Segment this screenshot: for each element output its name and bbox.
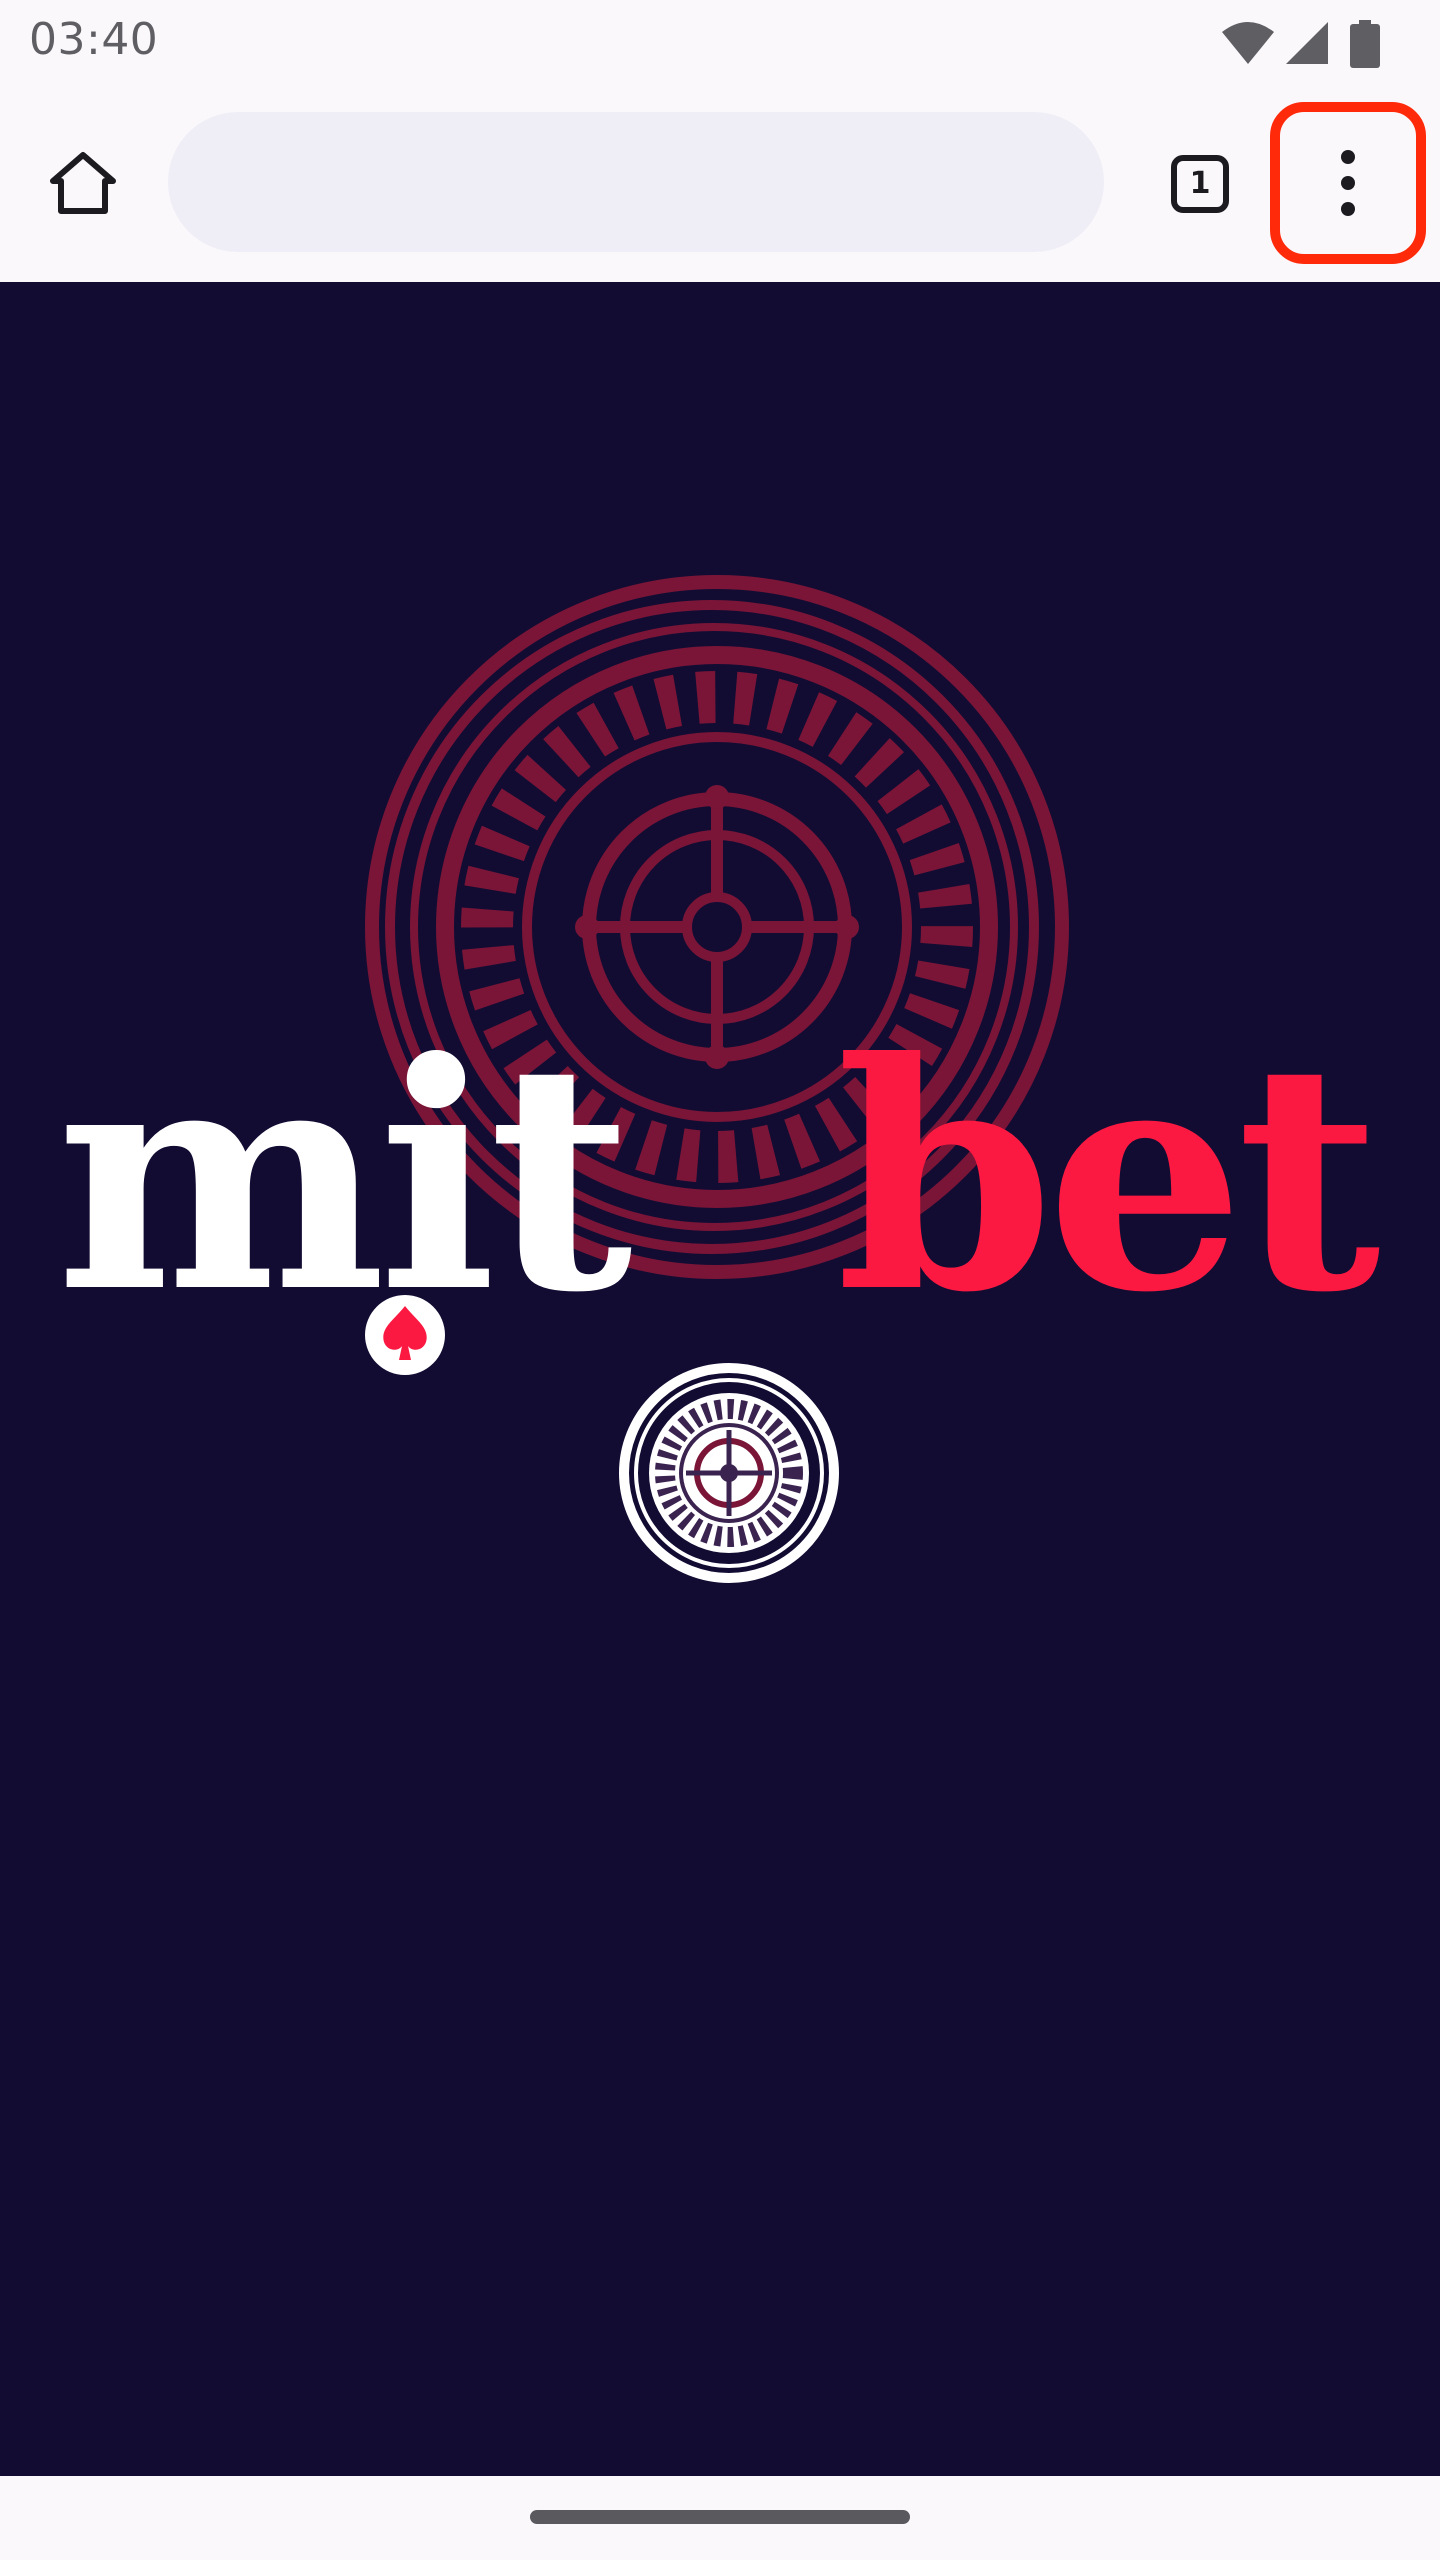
status-time: 03:40 [29, 14, 159, 65]
tab-count: 1 [1171, 155, 1229, 213]
battery-icon [1350, 20, 1380, 68]
logo-text-mit: mit [56, 994, 633, 1361]
browser-toolbar: 1 [0, 88, 1440, 282]
url-input[interactable] [168, 112, 1104, 252]
system-navigation-bar [0, 2476, 1440, 2560]
browser-screen: 03:40 1 mit bet [0, 0, 1440, 2560]
web-page-content: mit bet [0, 282, 1440, 2476]
logo-text-bet: bet [836, 994, 1381, 1361]
status-bar: 03:40 [0, 0, 1440, 88]
more-vertical-icon [1341, 150, 1355, 216]
more-options-button[interactable] [1270, 102, 1426, 264]
home-icon [50, 152, 116, 214]
cellular-signal-icon [1286, 22, 1328, 64]
wifi-icon [1222, 22, 1274, 64]
home-gesture-handle[interactable] [530, 2510, 910, 2524]
site-logo[interactable]: mit bet [56, 994, 1400, 1583]
home-button[interactable] [40, 140, 126, 226]
logo-roulette-o-icon [619, 1363, 839, 1583]
tab-switcher-button[interactable]: 1 [1160, 144, 1240, 224]
status-icons [1220, 20, 1400, 68]
spade-icon [365, 1295, 445, 1375]
